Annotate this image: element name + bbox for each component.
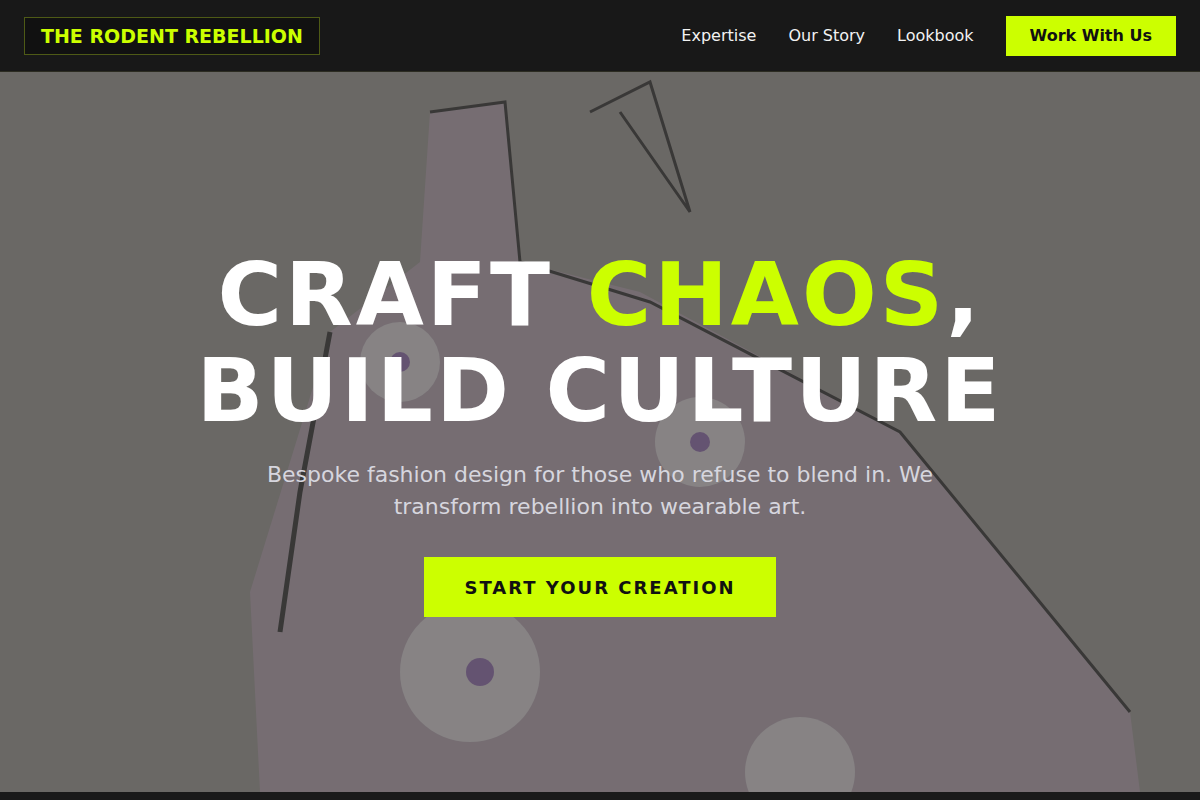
work-with-us-button[interactable]: Work With Us [1006,16,1176,56]
hero-subtitle: Bespoke fashion design for those who ref… [230,459,970,523]
nav-menu: Expertise Our Story Lookbook Work With Us [681,16,1176,56]
nav-link[interactable]: Lookbook [897,26,973,45]
nav-link[interactable]: Expertise [681,26,756,45]
navbar: THE RODENT REBELLION Expertise Our Story Lo… [0,0,1200,72]
start-creation-button[interactable]: START YOUR CREATION [424,557,775,617]
hero-content: CRAFT CHAOS,BUILD CULTURE Bespoke fashion… [197,247,1004,617]
nav-link[interactable]: Our Story [788,26,865,45]
hero: CRAFT CHAOS,BUILD CULTURE Bespoke fashion… [0,72,1200,792]
headline-accent: CHAOS [587,243,947,346]
next-section-edge [0,792,1200,800]
page: THE RODENT REBELLION Expertise Our Story Lo… [0,0,1200,800]
hero-headline: CRAFT CHAOS,BUILD CULTURE [197,247,1004,439]
logo[interactable]: THE RODENT REBELLION [24,17,320,55]
